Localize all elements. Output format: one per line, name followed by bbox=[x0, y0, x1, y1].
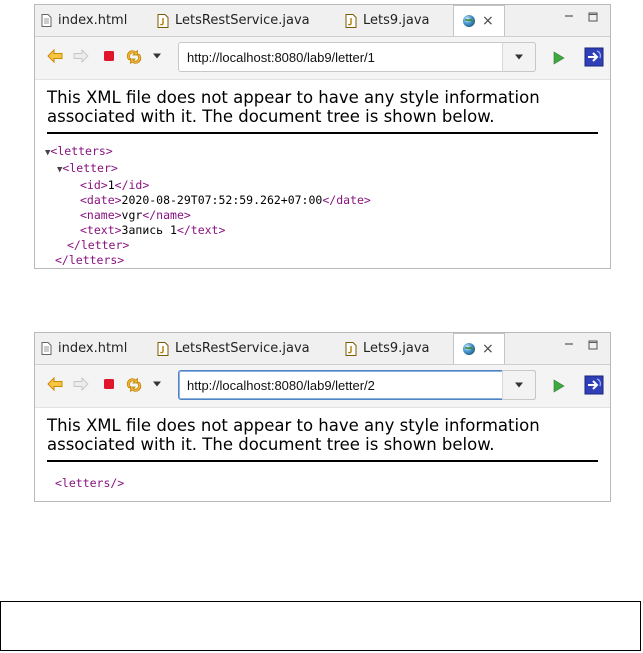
xml-style-message: This XML file does not appear to have an… bbox=[47, 416, 598, 462]
tab-letsrestservice-java[interactable]: LetsRestService.java bbox=[157, 5, 310, 36]
minimize-icon[interactable] bbox=[564, 339, 574, 353]
maximize-icon[interactable] bbox=[588, 11, 598, 25]
minimize-icon[interactable] bbox=[564, 11, 574, 25]
tab-label: index.html bbox=[58, 341, 128, 356]
page-content: This XML file does not appear to have an… bbox=[35, 88, 610, 268]
browser-toolbar: http://localhost:8080/lab9/letter/1 bbox=[35, 37, 610, 80]
xml-tree: ▼<letters> ▼<letter> <id>1</id> <date>20… bbox=[45, 144, 610, 268]
refresh-dropdown-icon[interactable] bbox=[152, 53, 162, 59]
java-file-icon bbox=[345, 13, 357, 28]
browser-window-1: index.html LetsRestService.java Lets9.ja… bbox=[34, 4, 611, 269]
open-external-browser-icon[interactable] bbox=[584, 47, 604, 71]
window-controls bbox=[564, 11, 598, 25]
tab-label: LetsRestService.java bbox=[175, 13, 310, 28]
globe-icon bbox=[462, 342, 476, 356]
tree-line-text: <text>Запись 1</text> bbox=[80, 223, 226, 237]
xml-style-message: This XML file does not appear to have an… bbox=[47, 88, 598, 134]
tree-line-letters-empty: <letters/> bbox=[55, 476, 125, 490]
url-input[interactable]: http://localhost:8080/lab9/letter/2 bbox=[178, 370, 536, 400]
tab-label: index.html bbox=[58, 13, 128, 28]
forward-arrow-icon[interactable] bbox=[73, 49, 89, 63]
close-tab-icon[interactable]: × bbox=[482, 13, 494, 29]
browser-toolbar: http://localhost:8080/lab9/letter/2 bbox=[35, 365, 610, 408]
back-arrow-icon[interactable] bbox=[47, 49, 63, 63]
forward-arrow-icon[interactable] bbox=[73, 377, 89, 391]
window-controls bbox=[564, 339, 598, 353]
chevron-down-icon bbox=[515, 54, 523, 60]
tab-label: Lets9.java bbox=[363, 13, 430, 28]
file-icon bbox=[41, 14, 52, 27]
tab-label: Lets9.java bbox=[363, 341, 430, 356]
refresh-dropdown-icon[interactable] bbox=[152, 381, 162, 387]
java-file-icon bbox=[345, 341, 357, 356]
chevron-down-icon bbox=[515, 382, 523, 388]
tree-line-name: <name>vgr</name> bbox=[80, 208, 191, 222]
url-history-dropdown[interactable] bbox=[502, 42, 536, 72]
tree-line-letters-open[interactable]: ▼<letters> bbox=[45, 144, 610, 161]
stop-icon[interactable] bbox=[102, 49, 116, 63]
tab-index-html[interactable]: index.html bbox=[41, 333, 127, 364]
tab-browser[interactable]: × bbox=[453, 5, 505, 36]
tab-browser[interactable]: × bbox=[453, 333, 505, 364]
browser-window-2: index.html LetsRestService.java Lets9.ja… bbox=[34, 332, 611, 502]
tree-line-letters-close: </letters> bbox=[55, 253, 125, 267]
tree-line-letter-close: </letter> bbox=[67, 238, 130, 252]
tab-label: LetsRestService.java bbox=[175, 341, 310, 356]
editor-tab-bar: index.html LetsRestService.java Lets9.ja… bbox=[35, 333, 610, 365]
tab-lets9-java[interactable]: Lets9.java bbox=[345, 5, 430, 36]
tab-index-html[interactable]: index.html bbox=[41, 5, 127, 36]
file-icon bbox=[41, 342, 52, 355]
tab-lets9-java[interactable]: Lets9.java bbox=[345, 333, 430, 364]
tree-line-date: <date>2020-08-29T07:52:59.262+07:00</dat… bbox=[80, 193, 371, 207]
back-arrow-icon[interactable] bbox=[47, 377, 63, 391]
java-file-icon bbox=[157, 13, 169, 28]
empty-text-box bbox=[0, 601, 641, 651]
tab-letsrestservice-java[interactable]: LetsRestService.java bbox=[157, 333, 310, 364]
java-file-icon bbox=[157, 341, 169, 356]
go-icon[interactable] bbox=[552, 50, 565, 69]
url-history-dropdown[interactable] bbox=[502, 370, 536, 400]
tree-line-letter-open[interactable]: ▼<letter> bbox=[45, 161, 610, 178]
stop-icon[interactable] bbox=[102, 377, 116, 391]
editor-tab-bar: index.html LetsRestService.java Lets9.ja… bbox=[35, 5, 610, 37]
maximize-icon[interactable] bbox=[588, 339, 598, 353]
globe-icon bbox=[462, 14, 476, 28]
refresh-icon[interactable] bbox=[126, 377, 142, 393]
close-tab-icon[interactable]: × bbox=[482, 341, 494, 357]
tree-line-id: <id>1</id> bbox=[80, 178, 150, 192]
go-icon[interactable] bbox=[552, 378, 565, 397]
refresh-icon[interactable] bbox=[126, 49, 142, 65]
open-external-browser-icon[interactable] bbox=[584, 375, 604, 399]
page-content: This XML file does not appear to have an… bbox=[35, 416, 610, 491]
xml-tree: <letters/> bbox=[45, 476, 610, 491]
url-input[interactable]: http://localhost:8080/lab9/letter/1 bbox=[178, 42, 536, 72]
